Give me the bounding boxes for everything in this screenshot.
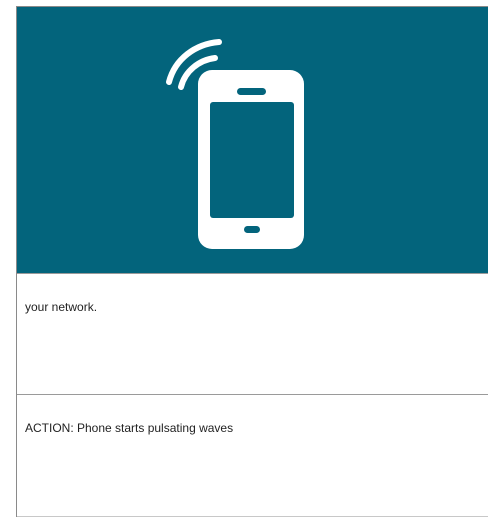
phone-home-button-icon bbox=[244, 226, 260, 233]
action-row: ACTION: Phone starts pulsating waves bbox=[17, 394, 488, 517]
action-text: ACTION: Phone starts pulsating waves bbox=[25, 421, 234, 435]
phone-screen-icon bbox=[210, 102, 294, 218]
storyboard-frame: your network. ACTION: Phone starts pulsa… bbox=[16, 6, 488, 517]
description-row: your network. bbox=[17, 273, 488, 394]
description-text: your network. bbox=[25, 300, 98, 314]
hero-panel bbox=[17, 6, 488, 273]
smartphone-signal-icon bbox=[166, 39, 304, 249]
phone-speaker-icon bbox=[237, 88, 266, 95]
